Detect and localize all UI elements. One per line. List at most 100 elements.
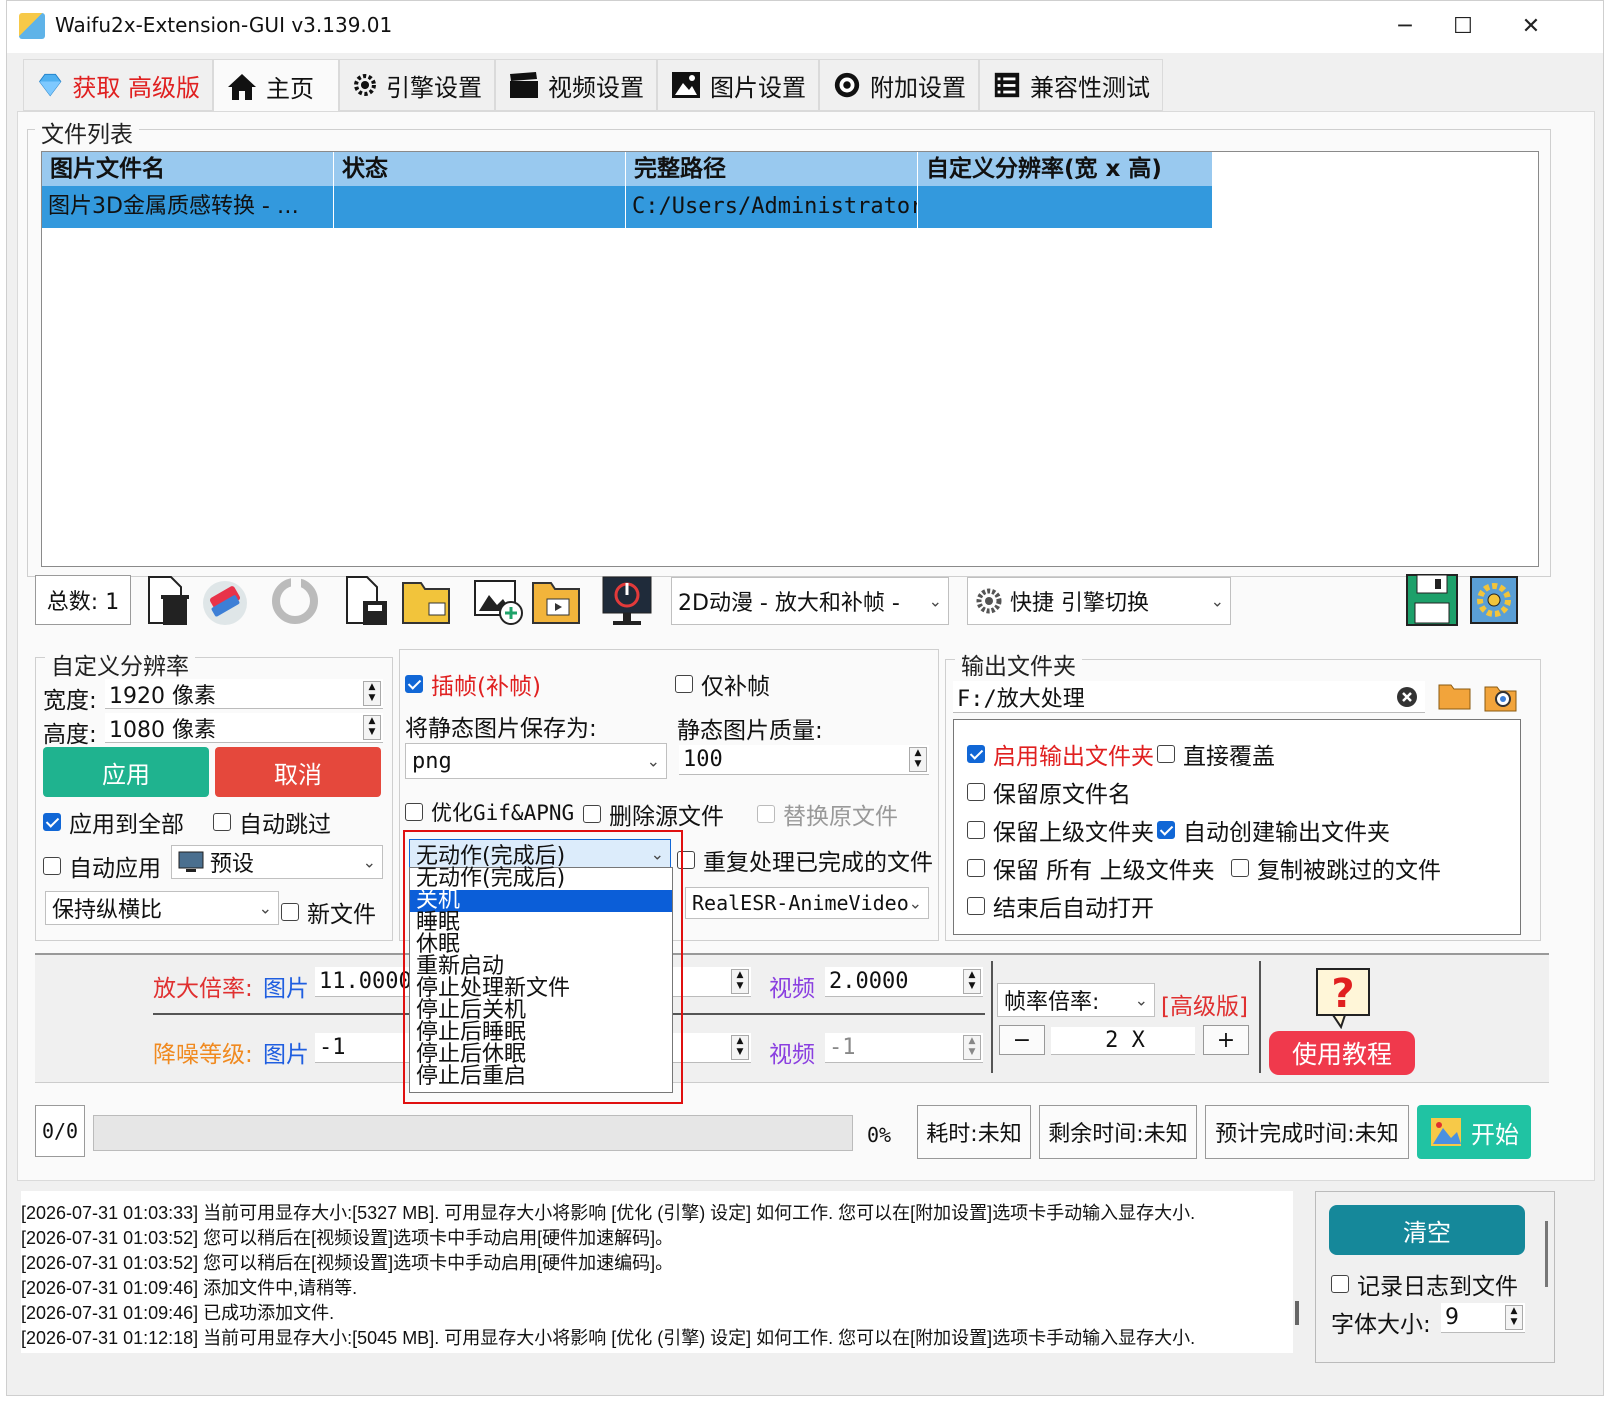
- browse-folder-icon[interactable]: [1437, 681, 1473, 711]
- apply-all-checkbox[interactable]: 应用到全部: [43, 805, 184, 839]
- checkbox-unchecked: [213, 813, 231, 831]
- new-file-checkbox[interactable]: 新文件: [281, 895, 376, 929]
- close-button[interactable]: ✕: [1501, 7, 1561, 47]
- table-row[interactable]: 图片3D金属质感转换 - … C:/Users/Administrator…: [42, 186, 1212, 228]
- height-input[interactable]: 1080 像素 ▲ ▼: [105, 713, 383, 743]
- log-scrollbar[interactable]: [1295, 1301, 1299, 1325]
- width-input[interactable]: 1920 像素 ▲ ▼: [105, 679, 383, 709]
- scale-video-input[interactable]: 2.0000 ▲ ▼: [825, 967, 983, 997]
- progress-count-value: 0/0: [41, 1119, 79, 1143]
- tutorial-button[interactable]: 使用教程: [1269, 1031, 1415, 1075]
- optimize-gif-checkbox[interactable]: 优化Gif&APNG: [405, 797, 574, 827]
- start-button[interactable]: 开始: [1417, 1105, 1531, 1159]
- checkbox-label: 复制被跳过的文件: [1257, 858, 1441, 884]
- log-output[interactable]: [2026-07-31 01:03:33] 当前可用显存大小:[5327 MB]…: [21, 1191, 1293, 1353]
- maximize-button[interactable]: ☐: [1433, 7, 1493, 47]
- cancel-button[interactable]: 取消: [215, 747, 381, 797]
- replace-source-checkbox[interactable]: 替换原文件: [757, 797, 898, 831]
- model-combo[interactable]: RealESR-AnimeVideo ⌄: [685, 887, 929, 919]
- tab-home[interactable]: 主页: [213, 59, 339, 113]
- clear-log-button[interactable]: 清空: [1329, 1205, 1525, 1255]
- copy-skipped-checkbox[interactable]: 复制被跳过的文件: [1231, 851, 1441, 885]
- denoise-video-input[interactable]: -1 ▲ ▼: [825, 1033, 983, 1063]
- spinner-icon[interactable]: ▲ ▼: [1505, 1305, 1523, 1330]
- enable-output-checkbox[interactable]: 启用输出文件夹: [967, 737, 1154, 771]
- open-after-checkbox[interactable]: 结束后自动打开: [967, 889, 1154, 923]
- auto-skip-checkbox[interactable]: 自动跳过: [213, 805, 331, 839]
- tab-video-settings[interactable]: 视频设置: [495, 59, 657, 111]
- refresh-icon[interactable]: [269, 575, 321, 627]
- tab-compat-test[interactable]: 兼容性测试: [979, 59, 1163, 111]
- tab-label: 获取 高级版: [72, 73, 200, 102]
- checkbox-unchecked: [967, 859, 985, 877]
- minimize-button[interactable]: ─: [1375, 7, 1435, 47]
- fps-plus-button[interactable]: +: [1203, 1025, 1249, 1055]
- overwrite-checkbox[interactable]: 直接覆盖: [1157, 737, 1275, 771]
- spinner-icon[interactable]: ▲ ▼: [731, 1035, 749, 1060]
- log-to-file-checkbox[interactable]: 记录日志到文件: [1331, 1267, 1518, 1301]
- spinner-icon[interactable]: ▲ ▼: [909, 747, 927, 772]
- mode-combo[interactable]: 2D动漫 - 放大和补帧 - ⌄: [671, 577, 949, 625]
- interp-checkbox[interactable]: 插帧(补帧): [405, 667, 541, 701]
- keep-all-parent-checkbox[interactable]: 保留 所有 上级文件夹: [967, 851, 1215, 885]
- col-header-resolution[interactable]: 自定义分辨率(宽 x 高): [918, 152, 1212, 186]
- cell-resolution: [918, 186, 1212, 228]
- open-output-folder-icon[interactable]: [1483, 679, 1519, 713]
- fps-multiplier-combo[interactable]: 帧率倍率: ⌄: [997, 983, 1155, 1017]
- reprocess-checkbox[interactable]: 重复处理已完成的文件: [677, 843, 933, 877]
- keep-parent-checkbox[interactable]: 保留上级文件夹: [967, 813, 1154, 847]
- settings-book-icon[interactable]: [1467, 573, 1521, 627]
- interp-only-checkbox[interactable]: 仅补帧: [675, 667, 770, 701]
- apply-button[interactable]: 应用: [43, 747, 209, 797]
- checkbox-label: 保留原文件名: [993, 782, 1131, 808]
- remove-file-icon[interactable]: [143, 575, 193, 627]
- add-image-icon[interactable]: [471, 575, 525, 627]
- spinner-icon[interactable]: ▲ ▼: [963, 969, 981, 994]
- help-question-icon[interactable]: ?: [1313, 965, 1373, 1029]
- scale-video-value: 2.0000: [829, 969, 909, 994]
- save-list-icon[interactable]: [341, 575, 393, 627]
- spinner-icon[interactable]: ▲ ▼: [731, 969, 749, 994]
- tab-label: 附加设置: [870, 73, 966, 102]
- spinner-icon[interactable]: ▲ ▼: [363, 681, 381, 706]
- tab-engine-settings[interactable]: 引擎设置: [339, 59, 495, 111]
- font-size-input[interactable]: 9 ▲ ▼: [1441, 1303, 1525, 1333]
- fps-value-input[interactable]: 2 X: [1051, 1027, 1195, 1055]
- tab-image-settings[interactable]: 图片设置: [657, 59, 819, 111]
- checkbox-checked: [1157, 821, 1175, 839]
- add-video-icon[interactable]: [529, 575, 585, 627]
- open-folder-icon[interactable]: [399, 575, 455, 627]
- power-monitor-icon[interactable]: [599, 573, 655, 629]
- keep-name-checkbox[interactable]: 保留原文件名: [967, 775, 1131, 809]
- spinner-icon[interactable]: ▲ ▼: [963, 1035, 981, 1060]
- fps-minus-button[interactable]: −: [999, 1025, 1045, 1055]
- aspect-ratio-combo[interactable]: 保持纵横比 ⌄: [45, 891, 279, 925]
- clear-circle-icon[interactable]: [1395, 685, 1419, 709]
- output-path-input[interactable]: F:/放大处理: [953, 681, 1425, 713]
- checkbox-label: 重复处理已完成的文件: [703, 850, 933, 876]
- side-scrollbar[interactable]: [1545, 1221, 1548, 1287]
- tab-extra-settings[interactable]: 附加设置: [819, 59, 979, 111]
- engine-switch-combo[interactable]: 快捷 引擎切换 ⌄: [967, 577, 1231, 625]
- delete-source-checkbox[interactable]: 删除源文件: [583, 797, 724, 831]
- preset-combo[interactable]: 预设 ⌄: [171, 845, 383, 879]
- font-size-value: 9: [1445, 1305, 1459, 1330]
- auto-create-checkbox[interactable]: 自动创建输出文件夹: [1157, 813, 1390, 847]
- save-settings-icon[interactable]: [1405, 573, 1459, 627]
- remaining-time: 剩余时间:未知: [1039, 1105, 1197, 1159]
- title-bar: Waifu2x-Extension-GUI v3.139.01 ─ ☐ ✕: [7, 1, 1603, 53]
- eraser-clear-icon[interactable]: [199, 575, 251, 627]
- col-header-status[interactable]: 状态: [334, 152, 626, 186]
- file-list-table[interactable]: 图片文件名 状态 完整路径 自定义分辨率(宽 x 高) 图片3D金属质感转换 -…: [41, 151, 1539, 567]
- log-line: [2026-07-31 01:03:52] 您可以稍后在[视频设置]选项卡中手动…: [21, 1228, 674, 1248]
- col-header-path[interactable]: 完整路径: [626, 152, 918, 186]
- tab-get-pro[interactable]: 获取 高级版: [23, 59, 213, 111]
- col-header-filename[interactable]: 图片文件名: [42, 152, 334, 186]
- auto-apply-checkbox[interactable]: 自动应用: [43, 849, 161, 883]
- log-line: [2026-07-31 01:12:18] 当前可用显存大小:[5045 MB]…: [21, 1328, 1196, 1348]
- checkbox-unchecked: [1331, 1275, 1349, 1293]
- image-quality-input[interactable]: 100 ▲ ▼: [679, 745, 929, 775]
- denoise-video-label: 视频: [769, 1042, 815, 1068]
- image-format-combo[interactable]: png ⌄: [405, 743, 667, 779]
- spinner-icon[interactable]: ▲ ▼: [363, 715, 381, 740]
